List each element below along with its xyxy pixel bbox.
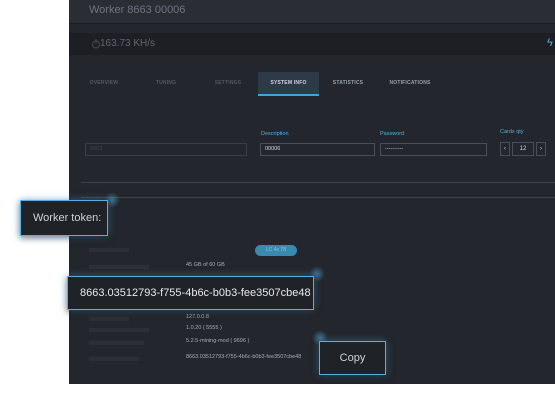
- tab-notifications[interactable]: NOTIFICATIONS: [381, 72, 439, 96]
- hashrate-value: 163.73 KH/s: [100, 38, 156, 49]
- info-row-label: [89, 341, 144, 345]
- ip-address-value: 127.0.0.8: [186, 314, 209, 320]
- cards-qty-label: Cards qty: [500, 129, 524, 135]
- cards-qty-value[interactable]: 12: [512, 142, 534, 156]
- worker-token-callout-value: 8663.03512793-f755-4b6c-b0b3-fee3507cbe4…: [67, 276, 314, 310]
- info-row-label: [89, 317, 129, 321]
- info-row-label: [89, 265, 149, 269]
- lightning-icon[interactable]: ϟ: [547, 37, 553, 49]
- password-field[interactable]: ----------: [380, 143, 487, 156]
- increment-button[interactable]: ›: [536, 142, 546, 156]
- worker-token-value: 8663.03512793-f755-4b6c-b0b3-fee3507cbe4…: [186, 354, 302, 360]
- description-field[interactable]: 00006: [260, 143, 375, 156]
- worker-title: Worker 8663 00006: [89, 4, 186, 16]
- hashrate-bar: 163.73 KH/s ϟ: [69, 33, 555, 55]
- tab-statistics[interactable]: STATISTICS: [325, 72, 371, 96]
- worker-header: Worker 8663 00006: [69, 0, 555, 24]
- status-badge: LC 4x 78: [255, 245, 297, 256]
- tab-tuning[interactable]: TUNING: [145, 72, 187, 96]
- info-row-label: [89, 328, 149, 332]
- miner-version-value: 5.2.5-mining-mod ( 9696 ): [186, 338, 250, 344]
- decrement-button[interactable]: ‹: [500, 142, 510, 156]
- client-version-value: 1.0.20 ( 5555 ): [186, 325, 222, 331]
- worker-token-callout: Worker token:: [20, 200, 108, 236]
- disk-usage-value: 45 GB of 60 GB: [186, 262, 225, 268]
- name-field[interactable]: 8663: [85, 143, 247, 156]
- divider: [81, 197, 555, 198]
- tab-overview[interactable]: OVERVIEW: [69, 72, 139, 96]
- worker-tabs: OVERVIEW TUNING SETTINGS SYSTEM INFO STA…: [69, 72, 555, 96]
- tab-settings[interactable]: SETTINGS: [205, 72, 251, 96]
- password-label: Password: [380, 131, 405, 137]
- divider: [81, 182, 555, 183]
- info-row-label: [89, 248, 129, 252]
- info-row-label: [89, 357, 139, 361]
- copy-button[interactable]: Copy: [319, 341, 386, 375]
- tab-system-info[interactable]: SYSTEM INFO: [258, 72, 319, 96]
- description-label: Description: [261, 131, 289, 137]
- worker-app-window: Worker 8663 00006 163.73 KH/s ϟ OVERVIEW…: [69, 0, 555, 384]
- cards-qty-stepper: ‹ 12 ›: [500, 142, 550, 156]
